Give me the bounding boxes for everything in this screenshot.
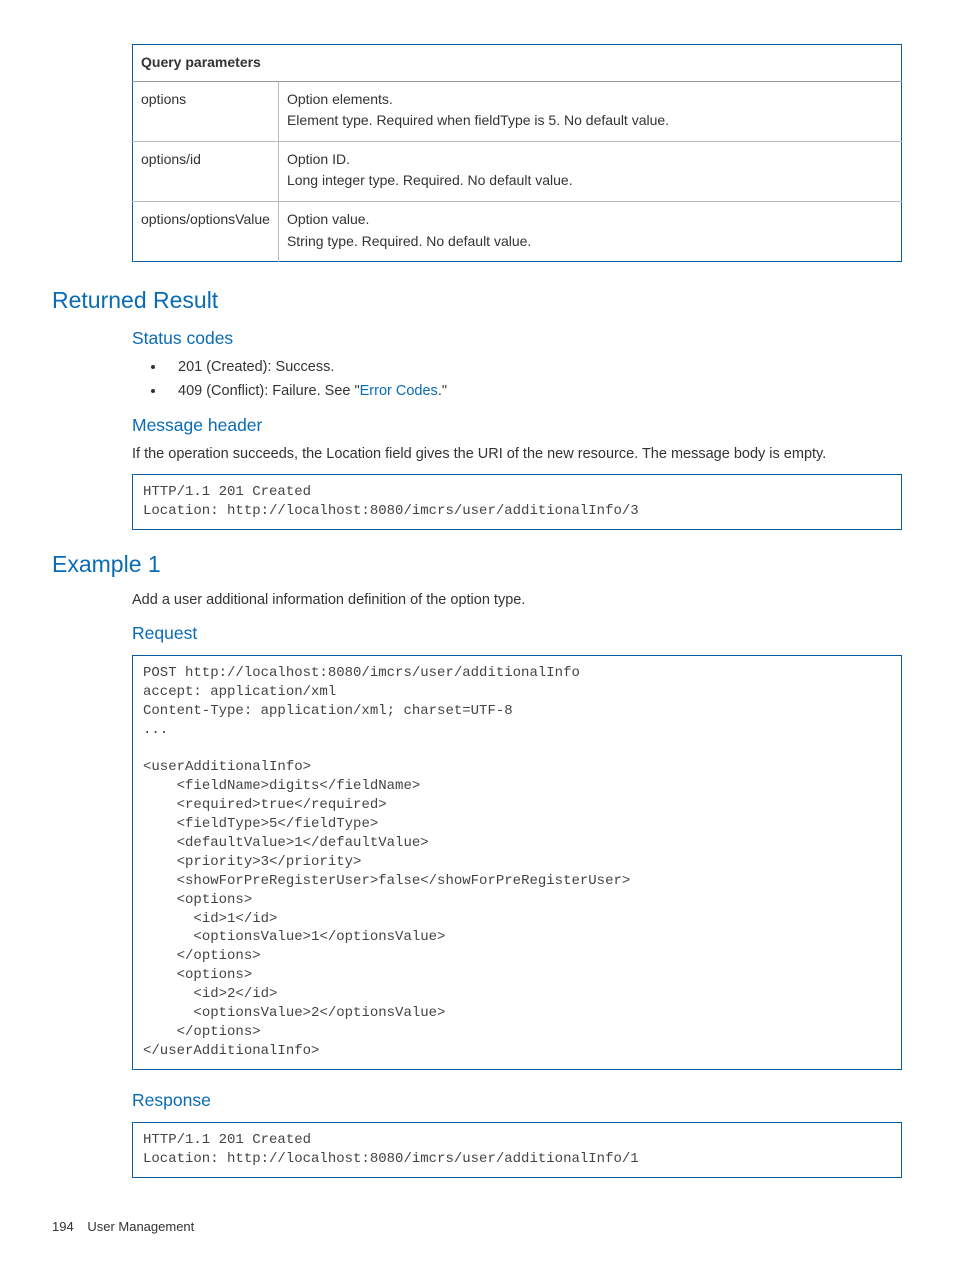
message-header-heading: Message header: [132, 413, 902, 438]
param-desc: Option ID. Long integer type. Required. …: [278, 141, 901, 201]
page-number: 194: [52, 1219, 74, 1234]
status-codes-list: 201 (Created): Success. 409 (Conflict): …: [132, 357, 902, 402]
table-header: Query parameters: [133, 45, 902, 82]
page-footer: 194 User Management: [52, 1218, 902, 1236]
request-heading: Request: [132, 621, 902, 646]
table-row: options/optionsValue Option value. Strin…: [133, 201, 902, 261]
param-desc: Option value. String type. Required. No …: [278, 201, 901, 261]
status-codes-heading: Status codes: [132, 326, 902, 351]
query-parameters-table: Query parameters options Option elements…: [132, 44, 902, 262]
message-header-code: HTTP/1.1 201 Created Location: http://lo…: [132, 474, 902, 530]
param-name: options/optionsValue: [133, 201, 279, 261]
example-intro: Add a user additional information defini…: [132, 590, 902, 610]
param-desc: Option elements. Element type. Required …: [278, 81, 901, 141]
response-heading: Response: [132, 1088, 902, 1113]
error-codes-link[interactable]: Error Codes: [360, 383, 438, 399]
request-code: POST http://localhost:8080/imcrs/user/ad…: [132, 655, 902, 1070]
table-row: options Option elements. Element type. R…: [133, 81, 902, 141]
section-name: User Management: [87, 1219, 194, 1234]
example-heading: Example 1: [52, 548, 902, 580]
table-row: options/id Option ID. Long integer type.…: [133, 141, 902, 201]
message-header-body: If the operation succeeds, the Location …: [132, 444, 902, 464]
returned-result-heading: Returned Result: [52, 284, 902, 316]
param-name: options: [133, 81, 279, 141]
param-name: options/id: [133, 141, 279, 201]
response-code: HTTP/1.1 201 Created Location: http://lo…: [132, 1122, 902, 1178]
list-item: 409 (Conflict): Failure. See "Error Code…: [166, 381, 902, 401]
list-item: 201 (Created): Success.: [166, 357, 902, 377]
